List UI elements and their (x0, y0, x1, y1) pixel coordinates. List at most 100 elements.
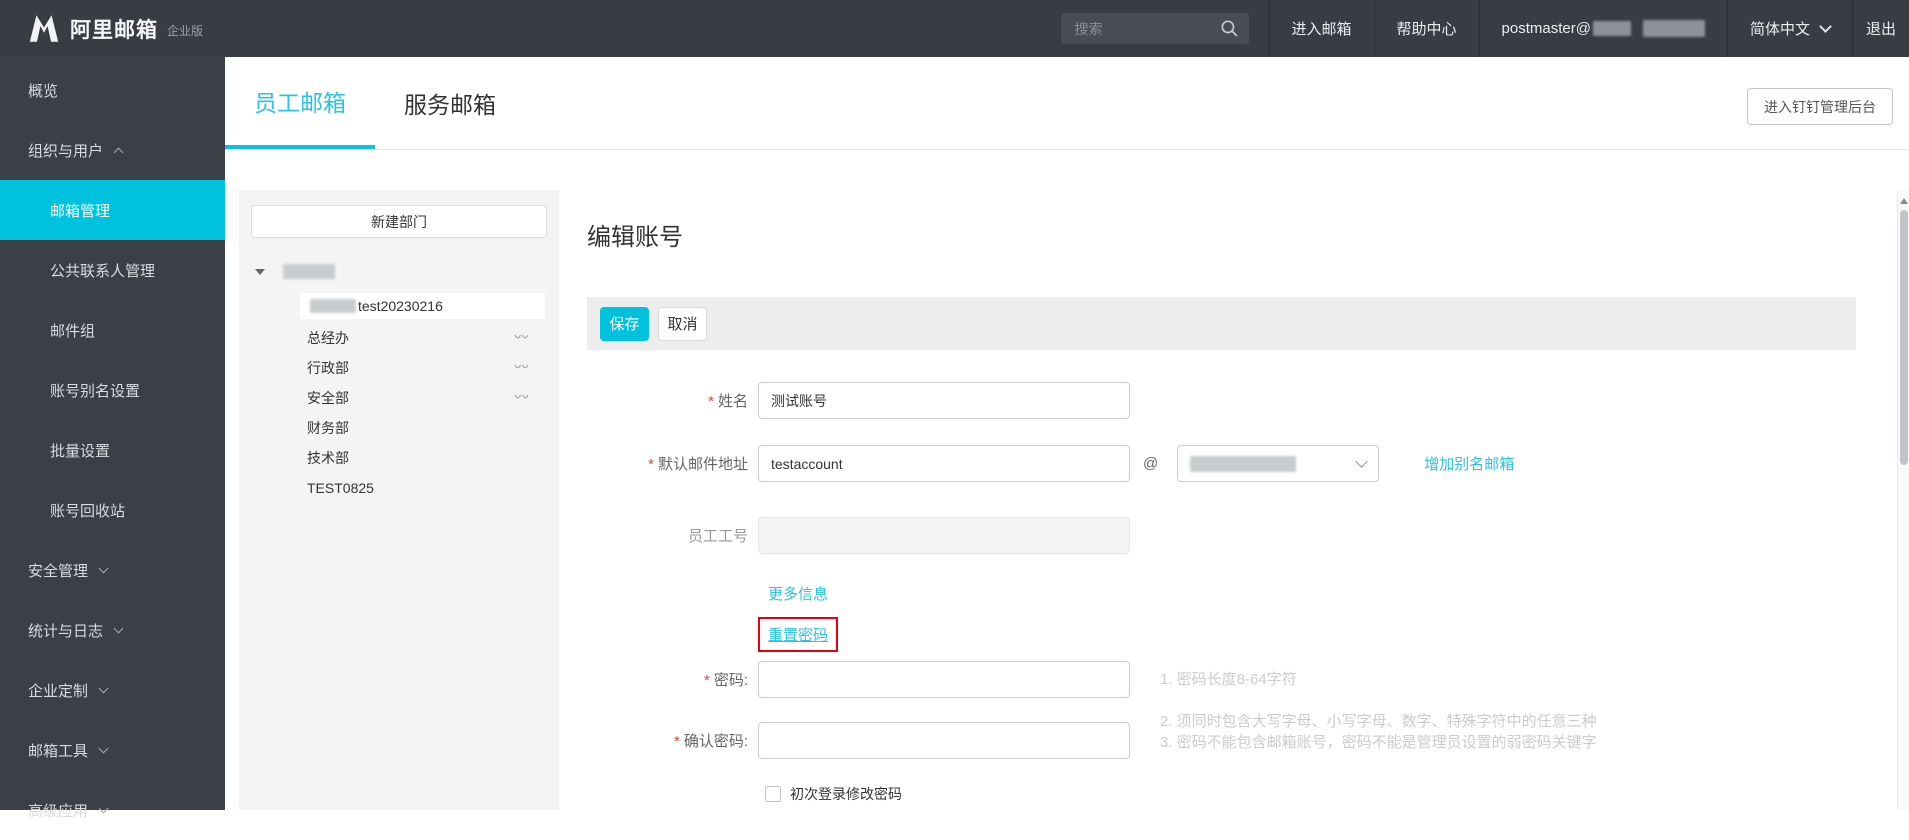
nav-enter-mailbox[interactable]: 进入邮箱 (1270, 0, 1374, 57)
required-marker: * (673, 733, 680, 750)
top-header: 阿里邮箱 企业版 进入邮箱 帮助中心 postmaster@ 简体中文 退出 (0, 0, 1909, 57)
tree-item-department[interactable]: 行政部 (239, 353, 559, 383)
alimail-logo-icon (29, 15, 59, 42)
chevron-down-icon (98, 743, 109, 753)
form-toolbar: 保存 取消 (587, 297, 1856, 350)
tree-item-department[interactable]: 技术部 (239, 443, 559, 473)
sidebar-item-org-users[interactable]: 组织与用户 (0, 120, 225, 180)
brand-logo: 阿里邮箱 企业版 (0, 14, 203, 44)
password-hint-1: 1. 密码长度8-64字符 (1160, 671, 1297, 688)
chevron-down-icon (1355, 455, 1369, 468)
tree-item-department[interactable]: 总经办 (239, 323, 559, 353)
sidebar-item-overview[interactable]: 概览 (0, 60, 225, 120)
scroll-up-arrow-icon[interactable] (1899, 194, 1908, 204)
password-hint-3: 3. 密码不能包含邮箱账号，密码不能是管理员设置的弱密码关键字 (1160, 734, 1597, 751)
nav-help-center[interactable]: 帮助中心 (1375, 0, 1479, 57)
sidebar-item-advanced-apps[interactable]: 高级应用 (0, 780, 225, 840)
password-label: * 密码: (703, 672, 748, 689)
language-label: 简体中文 (1749, 21, 1810, 38)
confirm-password-input[interactable] (758, 722, 1130, 759)
tab-strip: 员工邮箱 服务邮箱 进入钉钉管理后台 (225, 57, 1909, 150)
tree-expand-triangle-icon[interactable] (255, 268, 265, 275)
reset-password-highlight-box: 重置密码 (758, 617, 839, 652)
tree-item-selected[interactable]: test20230216 (300, 293, 545, 319)
sidebar-item-mail-tools[interactable]: 邮箱工具 (0, 720, 225, 780)
sidebar-item-public-contacts[interactable]: 公共联系人管理 (0, 240, 225, 300)
confirm-password-label: * 确认密码: (673, 733, 748, 750)
sidebar-item-mailbox-management[interactable]: 邮箱管理 (0, 180, 225, 240)
sidebar-item-mail-groups[interactable]: 邮件组 (0, 300, 225, 360)
more-info-link[interactable]: 更多信息 (768, 583, 828, 604)
account-email: postmaster@ (1480, 0, 1727, 57)
mail-domain-select[interactable] (1177, 445, 1380, 482)
first-login-change-label: 初次登录修改密码 (790, 786, 902, 802)
edit-account-form: 编辑账号 保存 取消 *姓名 *默认邮件地址 @ 增加别名邮箱 员工工号 更多信… (587, 222, 1856, 804)
add-alias-link[interactable]: 增加别名邮箱 (1424, 453, 1514, 474)
dingtalk-admin-button[interactable]: 进入钉钉管理后台 (1747, 88, 1893, 125)
search-icon[interactable] (1220, 19, 1239, 38)
sidebar-item-account-recycle[interactable]: 账号回收站 (0, 480, 225, 540)
brand-edition: 企业版 (167, 24, 204, 38)
tree-item-department[interactable]: TEST0825 (239, 473, 559, 503)
global-search (1060, 13, 1249, 44)
first-login-change-checkbox[interactable] (765, 786, 781, 802)
language-selector[interactable]: 简体中文 (1728, 0, 1852, 57)
chevron-down-icon (98, 803, 109, 813)
first-login-change-row: 初次登录修改密码 (587, 784, 1856, 804)
required-marker: * (703, 672, 710, 689)
chevron-down-icon (1819, 20, 1832, 33)
chevron-down-icon (98, 563, 109, 573)
sidebar-item-security[interactable]: 安全管理 (0, 540, 225, 600)
account-email-prefix: postmaster@ (1501, 20, 1591, 37)
top-navigation: 进入邮箱 帮助中心 postmaster@ 简体中文 退出 (1060, 0, 1909, 57)
tab-employee-mailbox[interactable]: 员工邮箱 (225, 57, 375, 149)
sidebar-item-stats-logs[interactable]: 统计与日志 (0, 600, 225, 660)
department-list: 总经办 行政部 安全部 财务部 技术部 TEST0825 (239, 323, 559, 503)
subtree-fork-icon[interactable] (514, 363, 529, 373)
required-marker: * (648, 456, 654, 473)
at-symbol: @ (1143, 455, 1159, 472)
tree-item-department[interactable]: 财务部 (239, 413, 559, 443)
sidebar-item-batch-settings[interactable]: 批量设置 (0, 420, 225, 480)
save-button[interactable]: 保存 (600, 306, 649, 341)
redacted-company-name (283, 264, 335, 279)
employee-id-label: 员工工号 (687, 528, 748, 545)
page-title: 编辑账号 (587, 224, 683, 251)
name-field-row: * 姓名 (587, 382, 1856, 419)
nav-logout[interactable]: 退出 (1853, 0, 1909, 57)
required-marker: * (708, 393, 714, 410)
cancel-button[interactable]: 取消 (658, 306, 707, 341)
new-department-button[interactable]: 新建部门 (251, 205, 547, 238)
email-label: * 默认邮件地址 (648, 456, 748, 473)
redacted-item-prefix (310, 299, 356, 313)
tree-item-department[interactable]: 安全部 (239, 383, 559, 413)
sidebar: 概览 组织与用户 邮箱管理 公共联系人管理 邮件组 账号别名设置 批量设置 账号… (0, 57, 225, 820)
subtree-fork-icon[interactable] (514, 393, 529, 403)
name-input[interactable] (758, 382, 1130, 419)
redacted-account-domain (1642, 20, 1705, 37)
reset-password-link[interactable]: 重置密码 (768, 627, 828, 644)
confirm-password-field-row: * 确认密码: 3. 密码不能包含邮箱账号，密码不能是管理员设置的弱密码关键字 (587, 722, 1856, 759)
tree-selected-label: test20230216 (358, 298, 443, 314)
tab-service-mailbox[interactable]: 服务邮箱 (375, 57, 525, 149)
sidebar-menu: 概览 组织与用户 邮箱管理 公共联系人管理 邮件组 账号别名设置 批量设置 账号… (0, 57, 225, 840)
email-field-row: *默认邮件地址 @ 增加别名邮箱 (587, 445, 1856, 482)
redacted-account-domain (1592, 21, 1631, 36)
chevron-up-icon (113, 147, 124, 157)
scrollbar-thumb[interactable] (1899, 210, 1908, 465)
chevron-down-icon (98, 683, 109, 693)
tree-root-node[interactable] (255, 264, 559, 279)
vertical-scrollbar[interactable] (1897, 190, 1909, 810)
department-tree-panel: 新建部门 test20230216 总经办 行政部 安全部 财务部 技术部 TE… (239, 190, 559, 810)
subtree-fork-icon[interactable] (514, 333, 529, 343)
employee-id-input (758, 517, 1130, 554)
password-field-row: * 密码: 1. 密码长度8-64字符 2. 须同时包含大写字母、小写字母、数字、… (587, 661, 1856, 730)
employee-id-field-row: 员工工号 (587, 517, 1856, 554)
sidebar-item-account-alias[interactable]: 账号别名设置 (0, 360, 225, 420)
email-local-part-input[interactable] (758, 445, 1130, 482)
chevron-down-icon (113, 623, 124, 633)
redacted-domain-value (1190, 455, 1297, 472)
name-label: * 姓名 (708, 393, 748, 410)
sidebar-item-enterprise-custom[interactable]: 企业定制 (0, 660, 225, 720)
password-input[interactable] (758, 661, 1130, 698)
